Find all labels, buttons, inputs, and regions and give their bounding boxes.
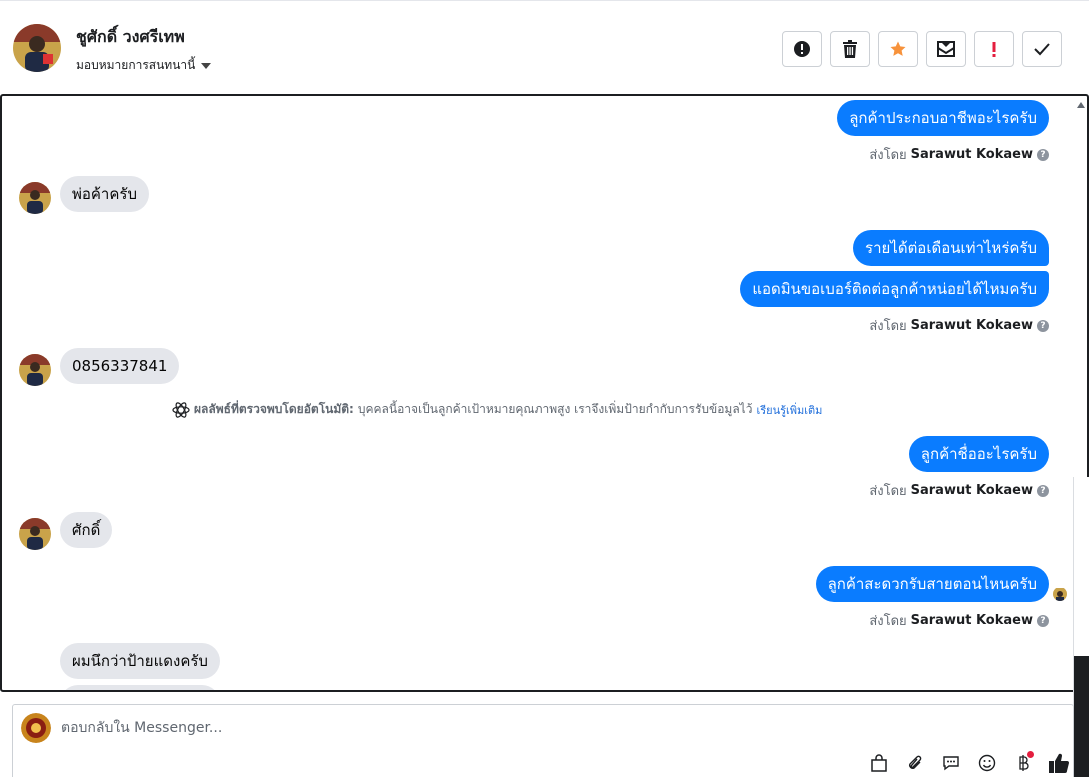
customer-avatar-small[interactable] (19, 182, 51, 214)
customer-name[interactable]: ชูศักดิ์ วงศรีเทพ (76, 25, 185, 50)
agent-name: Sarawut Kokaew (910, 483, 1033, 498)
atom-icon (172, 401, 190, 418)
incoming-message[interactable]: พ่อค้าครับ (60, 176, 149, 212)
thumbs-up-icon (1049, 753, 1069, 773)
emoji-icon (978, 754, 996, 772)
attach-button[interactable] (903, 751, 927, 775)
star-button[interactable] (878, 31, 918, 67)
check-icon (1034, 43, 1050, 56)
sent-by-prefix: ส่งโดย (869, 484, 907, 499)
agent-name: Sarawut Kokaew (910, 613, 1033, 628)
assign-label: มอบหมายการสนทนานี้ (76, 58, 196, 72)
agent-name: Sarawut Kokaew (910, 318, 1033, 333)
side-panel-dark-edge (1074, 656, 1089, 777)
scroll-up-arrow-icon[interactable] (1077, 102, 1085, 108)
seen-avatar (1053, 587, 1067, 601)
sent-by-prefix: ส่งโดย (869, 148, 907, 163)
notification-dot (1027, 751, 1034, 758)
incoming-message[interactable]: ศักดิ์ (60, 512, 113, 548)
payment-button[interactable] (1011, 751, 1035, 775)
sent-by-prefix: ส่งโดย (869, 614, 907, 629)
star-icon (890, 41, 906, 56)
reply-composer (12, 704, 1074, 777)
saved-reply-icon (943, 756, 959, 771)
shop-bag-button[interactable] (867, 751, 891, 775)
assign-conversation-dropdown[interactable]: มอบหมายการสนทนานี้ (76, 56, 212, 75)
sent-by-label: ส่งโดย Sarawut Kokaew ? (869, 480, 1049, 501)
saved-reply-button[interactable] (939, 751, 963, 775)
outgoing-message[interactable]: รายได้ต่อเดือนเท่าไหร่ครับ (853, 230, 1049, 266)
paperclip-icon (909, 755, 922, 769)
like-button[interactable] (1047, 751, 1071, 775)
mark-spam-button[interactable] (782, 31, 822, 67)
help-icon[interactable]: ? (1037, 484, 1049, 497)
conversation-header: ชูศักดิ์ วงศรีเทพ มอบหมายการสนทนานี้ (0, 0, 1089, 96)
incoming-message-partial[interactable] (60, 685, 220, 690)
outgoing-message[interactable]: แอดมินขอเบอร์ติดต่อลูกค้าหน่อยได้ไหมครับ (740, 271, 1049, 307)
help-icon[interactable]: ? (1037, 614, 1049, 627)
incoming-message[interactable]: 0856337841 (60, 348, 180, 384)
mark-unread-button[interactable] (926, 31, 966, 67)
exclamation-icon (992, 42, 996, 57)
alert-circle-icon (794, 41, 810, 57)
customer-avatar[interactable] (13, 24, 61, 72)
sent-by-label: ส่งโดย Sarawut Kokaew ? (869, 144, 1049, 165)
learn-more-link[interactable]: เรียนรู้เพิ่มเติม (756, 401, 822, 419)
sent-by-label: ส่งโดย Sarawut Kokaew ? (869, 315, 1049, 336)
incoming-message[interactable]: ผมนึกว่าป้ายแดงครับ (60, 643, 220, 679)
outgoing-message[interactable]: ลูกค้าชื่ออะไรครับ (908, 436, 1049, 472)
outgoing-message[interactable]: ลูกค้าสะดวกรับสายตอนไหนครับ (815, 566, 1049, 602)
follow-up-button[interactable] (974, 31, 1014, 67)
composer-tools (867, 751, 1071, 775)
chevron-down-icon (201, 62, 212, 69)
auto-note-label: ผลลัพธ์ที่ตรวจพบโดยอัตโนมัติ: (194, 402, 354, 416)
sent-by-label: ส่งโดย Sarawut Kokaew ? (869, 610, 1049, 631)
mark-unread-icon (937, 41, 955, 57)
trash-icon (843, 40, 857, 58)
help-icon[interactable]: ? (1037, 319, 1049, 332)
reply-input[interactable] (61, 717, 661, 739)
delete-button[interactable] (830, 31, 870, 67)
shop-bag-icon (871, 754, 887, 772)
customer-avatar-small[interactable] (19, 354, 51, 386)
customer-avatar-small[interactable] (19, 518, 51, 550)
sent-by-prefix: ส่งโดย (869, 319, 907, 334)
outgoing-message[interactable]: ลูกค้าประกอบอาชีพอะไรครับ (837, 100, 1049, 136)
auto-note-text: บุคคลนี้อาจเป็นลูกค้าเป้าหมายคุณภาพสูง เ… (357, 402, 753, 416)
conversation-pane[interactable]: ลูกค้าประกอบอาชีพอะไรครับ ส่งโดย Sarawut… (0, 94, 1089, 692)
page-avatar (21, 713, 51, 743)
action-toolbar (782, 31, 1062, 67)
auto-detected-note: ผลลัพธ์ที่ตรวจพบโดยอัตโนมัติ: บุคคลนี้อา… (172, 400, 822, 419)
mark-done-button[interactable] (1022, 31, 1062, 67)
agent-name: Sarawut Kokaew (910, 147, 1033, 162)
emoji-button[interactable] (975, 751, 999, 775)
help-icon[interactable]: ? (1037, 148, 1049, 161)
